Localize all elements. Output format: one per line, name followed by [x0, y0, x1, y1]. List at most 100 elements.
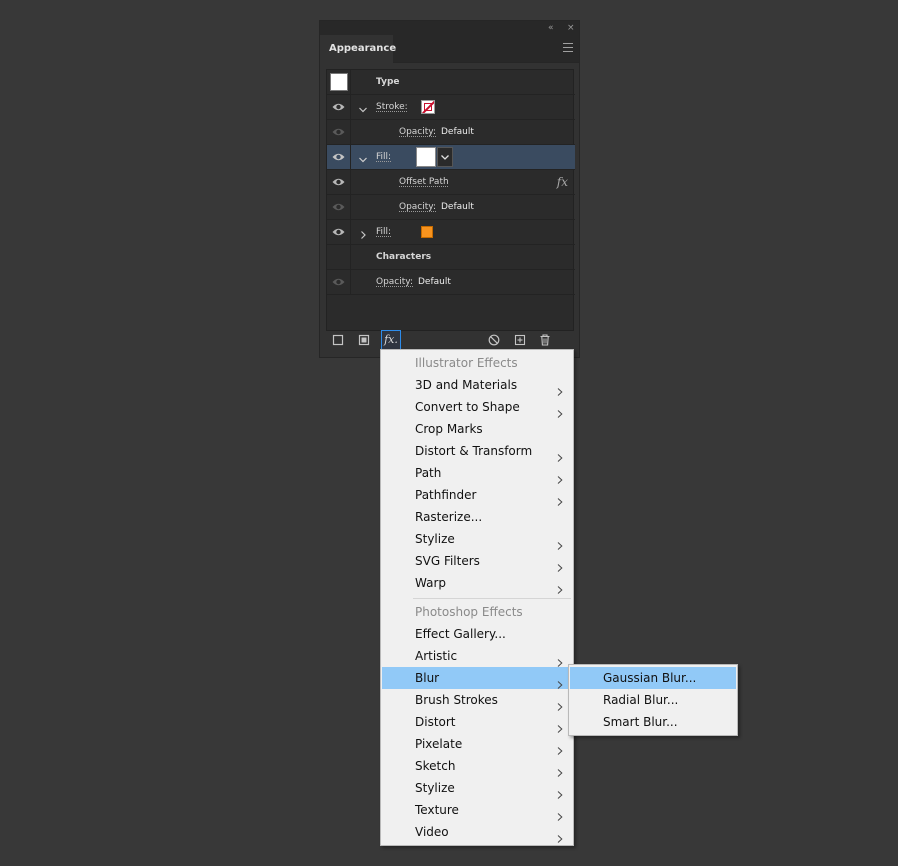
menu-item-label: Sketch: [415, 759, 456, 773]
clear-appearance-icon[interactable]: [484, 330, 504, 350]
panel-titlebar[interactable]: « ×: [320, 21, 579, 35]
delete-trash-icon[interactable]: [535, 330, 555, 350]
menu-item-stylize[interactable]: Stylize: [382, 528, 572, 550]
fill-swatch-orange[interactable]: [421, 226, 433, 238]
visibility-eye-icon[interactable]: [332, 102, 345, 112]
menu-item-effect-gallery[interactable]: Effect Gallery...: [382, 623, 572, 645]
fill-opacity-row[interactable]: Opacity: Default: [327, 195, 575, 220]
effects-menu: Illustrator Effects Photoshop Effects 3D…: [380, 349, 574, 846]
chevron-right-icon: [557, 762, 563, 777]
menu-item-label: Texture: [415, 803, 459, 817]
menu-item-stylize[interactable]: Stylize: [382, 777, 572, 799]
menu-item-svg-filters[interactable]: SVG Filters: [382, 550, 572, 572]
opacity-value: Default: [441, 202, 474, 212]
menu-item-convert-to-shape[interactable]: Convert to Shape: [382, 396, 572, 418]
characters-row[interactable]: Characters: [327, 245, 575, 270]
menu-item-artistic[interactable]: Artistic: [382, 645, 572, 667]
chevron-right-icon: [557, 718, 563, 733]
fill-label[interactable]: Fill:: [376, 220, 391, 244]
chevron-right-icon: [557, 447, 563, 462]
chevron-down-icon[interactable]: [358, 101, 368, 113]
chevron-right-icon: [557, 696, 563, 711]
stroke-swatch[interactable]: [421, 100, 435, 114]
chevron-right-icon: [557, 491, 563, 506]
panel-menu-icon[interactable]: [563, 43, 573, 53]
menu-heading-illustrator-effects: Illustrator Effects: [415, 356, 518, 370]
fx-effect-icon[interactable]: fx: [557, 170, 568, 194]
chevron-down-icon[interactable]: [358, 151, 368, 163]
object-opacity-row[interactable]: Opacity: Default: [327, 270, 575, 295]
menu-item-path[interactable]: Path: [382, 462, 572, 484]
chevron-right-icon: [557, 740, 563, 755]
menu-item-label: Distort & Transform: [415, 444, 533, 458]
chevron-right-icon: [557, 557, 563, 572]
chevron-right-icon: [557, 381, 563, 396]
menu-item-sketch[interactable]: Sketch: [382, 755, 572, 777]
menu-item-pathfinder[interactable]: Pathfinder: [382, 484, 572, 506]
submenu-item-gaussian-blur[interactable]: Gaussian Blur...: [570, 667, 736, 689]
visibility-eye-icon[interactable]: [332, 227, 345, 237]
visibility-eye-icon[interactable]: [332, 202, 345, 212]
menu-item-3d-and-materials[interactable]: 3D and Materials: [382, 374, 572, 396]
opacity-label[interactable]: Opacity:: [399, 120, 436, 144]
visibility-eye-icon[interactable]: [332, 177, 345, 187]
chevron-right-icon: [557, 469, 563, 484]
menu-item-label: Pathfinder: [415, 488, 477, 502]
menu-item-blur[interactable]: Blur: [382, 667, 572, 689]
close-panel-icon[interactable]: ×: [567, 21, 575, 35]
stroke-label[interactable]: Stroke:: [376, 95, 408, 119]
chevron-right-icon[interactable]: [358, 226, 368, 239]
menu-item-brush-strokes[interactable]: Brush Strokes: [382, 689, 572, 711]
menu-item-rasterize[interactable]: Rasterize...: [382, 506, 572, 528]
blur-submenu: Gaussian Blur... Radial Blur... Smart Blur…: [568, 664, 738, 736]
menu-item-label: Artistic: [415, 649, 458, 663]
fill-row-orange[interactable]: Fill:: [327, 220, 575, 245]
menu-item-label: Blur: [415, 671, 440, 685]
menu-item-warp[interactable]: Warp: [382, 572, 572, 594]
duplicate-item-icon[interactable]: [510, 330, 530, 350]
stroke-opacity-row[interactable]: Opacity: Default: [327, 120, 575, 145]
chevron-right-icon: [557, 535, 563, 550]
opacity-value: Default: [441, 127, 474, 137]
submenu-item-radial-blur[interactable]: Radial Blur...: [570, 689, 736, 711]
menu-item-label: Crop Marks: [415, 422, 483, 436]
fill-swatch-white[interactable]: [416, 147, 436, 167]
add-new-fill-icon[interactable]: [354, 330, 374, 350]
type-row[interactable]: Type: [327, 70, 575, 95]
fill-row-selected[interactable]: Fill:: [327, 145, 575, 170]
offset-path-row[interactable]: Offset Path fx: [327, 170, 575, 195]
visibility-eye-icon[interactable]: [332, 277, 345, 287]
panel-tab-row: Appearance: [320, 35, 579, 63]
offset-path-link[interactable]: Offset Path: [399, 170, 449, 194]
submenu-item-smart-blur[interactable]: Smart Blur...: [570, 711, 736, 733]
menu-item-crop-marks[interactable]: Crop Marks: [382, 418, 572, 440]
type-label: Type: [376, 77, 400, 87]
menu-item-distort[interactable]: Distort: [382, 711, 572, 733]
opacity-label[interactable]: Opacity:: [376, 270, 413, 294]
type-thumbnail: [330, 73, 348, 91]
menu-item-label: Warp: [415, 576, 447, 590]
chevron-right-icon: [557, 674, 563, 689]
chevron-right-icon: [557, 806, 563, 821]
add-new-stroke-icon[interactable]: [328, 330, 348, 350]
collapse-panel-icon[interactable]: «: [548, 21, 554, 35]
menu-item-video[interactable]: Video: [382, 821, 572, 843]
opacity-label[interactable]: Opacity:: [399, 195, 436, 219]
chevron-right-icon: [557, 403, 563, 418]
menu-item-label: 3D and Materials: [415, 378, 518, 392]
tab-appearance[interactable]: Appearance: [320, 35, 396, 63]
menu-item-label: Distort: [415, 715, 456, 729]
fill-swatch-dropdown[interactable]: [437, 147, 453, 167]
chevron-right-icon: [557, 652, 563, 667]
stroke-row[interactable]: Stroke:: [327, 95, 575, 120]
add-new-effect-button[interactable]: fx.: [381, 330, 401, 350]
menu-item-texture[interactable]: Texture: [382, 799, 572, 821]
menu-heading-photoshop-effects: Photoshop Effects: [415, 605, 523, 619]
visibility-eye-icon[interactable]: [332, 152, 345, 162]
fill-label[interactable]: Fill:: [376, 145, 391, 169]
characters-label: Characters: [376, 252, 432, 262]
visibility-eye-icon[interactable]: [332, 127, 345, 137]
menu-item-pixelate[interactable]: Pixelate: [382, 733, 572, 755]
menu-item-label: SVG Filters: [415, 554, 480, 568]
menu-item-distort-transform[interactable]: Distort & Transform: [382, 440, 572, 462]
